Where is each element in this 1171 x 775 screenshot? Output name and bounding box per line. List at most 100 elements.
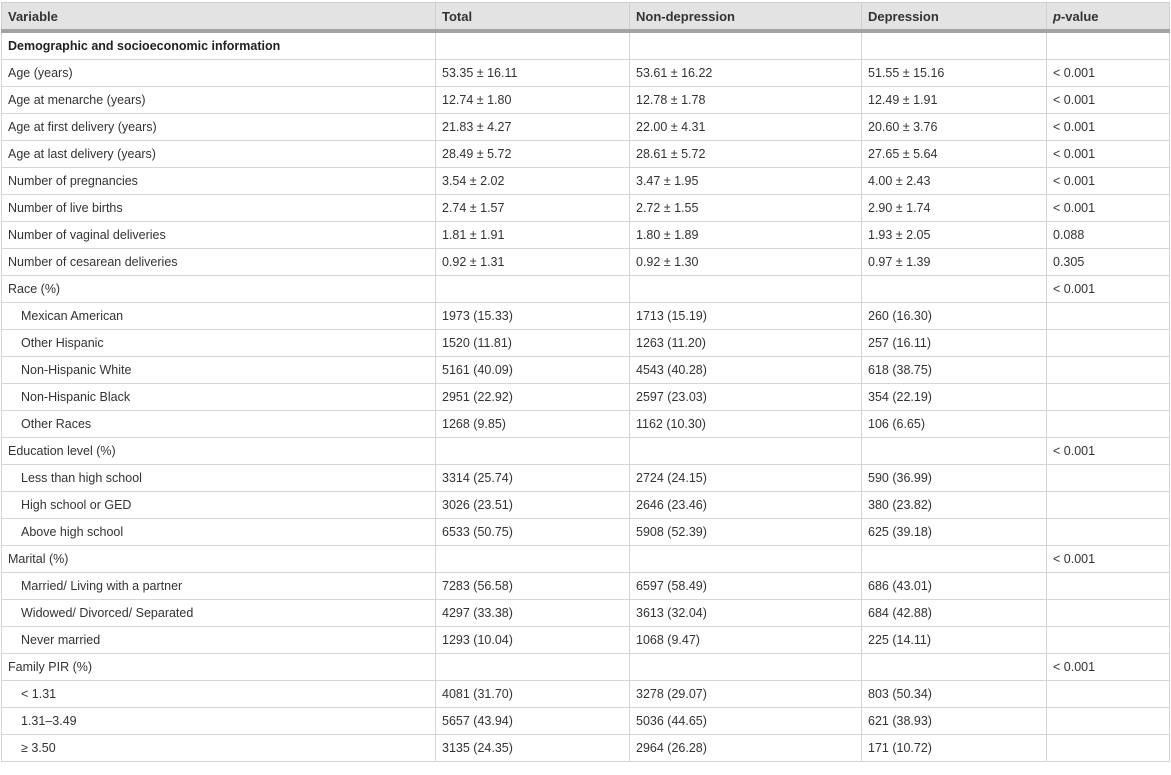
table-row: 1.31–3.49 5657 (43.94) 5036 (44.65) 621 (38… xyxy=(1,707,1170,735)
cell-p-value: 0.088 xyxy=(1046,221,1170,249)
cell-non-depression: 3.47 ± 1.95 xyxy=(629,167,862,195)
cell-depression: 257 (16.11) xyxy=(861,329,1047,357)
cell-depression xyxy=(861,437,1047,465)
cell-total: 2951 (22.92) xyxy=(435,383,630,411)
cell-total: 3135 (24.35) xyxy=(435,734,630,762)
cell-total: 28.49 ± 5.72 xyxy=(435,140,630,168)
cell-variable: Education level (%) xyxy=(1,437,436,465)
table-row: Non-Hispanic White 5161 (40.09) 4543 (40.2… xyxy=(1,356,1170,384)
table-row: High school or GED 3026 (23.51) 2646 (23.4… xyxy=(1,491,1170,519)
cell-non-depression: 1263 (11.20) xyxy=(629,329,862,357)
cell-non-depression: 2646 (23.46) xyxy=(629,491,862,519)
cell-p-value xyxy=(1046,572,1170,600)
cell-p-value xyxy=(1046,302,1170,330)
cell-total: 1520 (11.81) xyxy=(435,329,630,357)
cell-variable: 1.31–3.49 xyxy=(1,707,436,735)
cell-non-depression: 53.61 ± 16.22 xyxy=(629,59,862,87)
cell-variable: Less than high school xyxy=(1,464,436,492)
cell-depression: 20.60 ± 3.76 xyxy=(861,113,1047,141)
cell-p-value: < 0.001 xyxy=(1046,59,1170,87)
cell-variable: Number of live births xyxy=(1,194,436,222)
table-row: Married/ Living with a partner 7283 (56.5… xyxy=(1,572,1170,600)
cell-depression: 51.55 ± 15.16 xyxy=(861,59,1047,87)
cell-total: 21.83 ± 4.27 xyxy=(435,113,630,141)
cell-empty xyxy=(435,30,630,60)
cell-total: 4297 (33.38) xyxy=(435,599,630,627)
cell-non-depression: 5036 (44.65) xyxy=(629,707,862,735)
cell-non-depression xyxy=(629,545,862,573)
table-row: Number of pregnancies 3.54 ± 2.02 3.47 ± 1… xyxy=(1,167,1170,195)
cell-depression: 621 (38.93) xyxy=(861,707,1047,735)
cell-non-depression: 28.61 ± 5.72 xyxy=(629,140,862,168)
cell-total: 53.35 ± 16.11 xyxy=(435,59,630,87)
cell-variable: Age at menarche (years) xyxy=(1,86,436,114)
cell-depression: 27.65 ± 5.64 xyxy=(861,140,1047,168)
cell-total: 1268 (9.85) xyxy=(435,410,630,438)
cell-total xyxy=(435,275,630,303)
cell-p-value: < 0.001 xyxy=(1046,86,1170,114)
cell-variable: Age at last delivery (years) xyxy=(1,140,436,168)
cell-total: 6533 (50.75) xyxy=(435,518,630,546)
cell-depression: 380 (23.82) xyxy=(861,491,1047,519)
cell-variable: ≥ 3.50 xyxy=(1,734,436,762)
header-p-italic: p xyxy=(1053,8,1061,24)
cell-p-value xyxy=(1046,707,1170,735)
cell-total: 3026 (23.51) xyxy=(435,491,630,519)
cell-p-value xyxy=(1046,626,1170,654)
cell-non-depression: 12.78 ± 1.78 xyxy=(629,86,862,114)
cell-depression: 4.00 ± 2.43 xyxy=(861,167,1047,195)
cell-depression: 12.49 ± 1.91 xyxy=(861,86,1047,114)
cell-p-value xyxy=(1046,383,1170,411)
cell-variable: Number of pregnancies xyxy=(1,167,436,195)
cell-variable: Non-Hispanic Black xyxy=(1,383,436,411)
cell-non-depression: 4543 (40.28) xyxy=(629,356,862,384)
cell-depression: 618 (38.75) xyxy=(861,356,1047,384)
table-row: Age at first delivery (years) 21.83 ± 4.2… xyxy=(1,113,1170,141)
cell-non-depression: 2597 (23.03) xyxy=(629,383,862,411)
cell-p-value: < 0.001 xyxy=(1046,653,1170,681)
section-row: Demographic and socioeconomic informatio… xyxy=(1,30,1170,60)
table-row: Age at last delivery (years) 28.49 ± 5.72… xyxy=(1,140,1170,168)
cell-total: 5657 (43.94) xyxy=(435,707,630,735)
cell-depression: 354 (22.19) xyxy=(861,383,1047,411)
table-row: Mexican American 1973 (15.33) 1713 (15.19)… xyxy=(1,302,1170,330)
cell-variable: Never married xyxy=(1,626,436,654)
cell-total: 1.81 ± 1.91 xyxy=(435,221,630,249)
cell-total: 7283 (56.58) xyxy=(435,572,630,600)
table-row: Non-Hispanic Black 2951 (22.92) 2597 (23.0… xyxy=(1,383,1170,411)
table-row: Widowed/ Divorced/ Separated 4297 (33.38)… xyxy=(1,599,1170,627)
cell-depression xyxy=(861,545,1047,573)
table-row: Number of live births 2.74 ± 1.57 2.72 ± 1… xyxy=(1,194,1170,222)
cell-depression: 1.93 ± 2.05 xyxy=(861,221,1047,249)
cell-p-value: 0.305 xyxy=(1046,248,1170,276)
cell-total: 12.74 ± 1.80 xyxy=(435,86,630,114)
header-p-value: p-value xyxy=(1046,2,1170,33)
table-row: Other Hispanic 1520 (11.81) 1263 (11.20) 25… xyxy=(1,329,1170,357)
cell-depression: 106 (6.65) xyxy=(861,410,1047,438)
demographics-table: Variable Total Non-depression Depression… xyxy=(1,2,1170,762)
cell-non-depression: 5908 (52.39) xyxy=(629,518,862,546)
cell-variable: Age at first delivery (years) xyxy=(1,113,436,141)
cell-non-depression xyxy=(629,653,862,681)
table-row: Less than high school 3314 (25.74) 2724 (2… xyxy=(1,464,1170,492)
cell-variable: Marital (%) xyxy=(1,545,436,573)
cell-variable: Number of cesarean deliveries xyxy=(1,248,436,276)
cell-empty xyxy=(1046,30,1170,60)
table-row: Race (%) < 0.001 xyxy=(1,275,1170,303)
cell-total xyxy=(435,437,630,465)
cell-depression xyxy=(861,653,1047,681)
table-row: Other Races 1268 (9.85) 1162 (10.30) 106 (6… xyxy=(1,410,1170,438)
table-row: Number of vaginal deliveries 1.81 ± 1.91 1… xyxy=(1,221,1170,249)
cell-non-depression: 3613 (32.04) xyxy=(629,599,862,627)
cell-variable: Married/ Living with a partner xyxy=(1,572,436,600)
table-row: Never married 1293 (10.04) 1068 (9.47) 225 … xyxy=(1,626,1170,654)
cell-p-value: < 0.001 xyxy=(1046,275,1170,303)
cell-total: 4081 (31.70) xyxy=(435,680,630,708)
cell-total: 3.54 ± 2.02 xyxy=(435,167,630,195)
cell-depression: 225 (14.11) xyxy=(861,626,1047,654)
cell-depression: 0.97 ± 1.39 xyxy=(861,248,1047,276)
header-depression: Depression xyxy=(861,2,1047,33)
cell-p-value: < 0.001 xyxy=(1046,167,1170,195)
cell-non-depression: 2964 (26.28) xyxy=(629,734,862,762)
cell-p-value: < 0.001 xyxy=(1046,113,1170,141)
